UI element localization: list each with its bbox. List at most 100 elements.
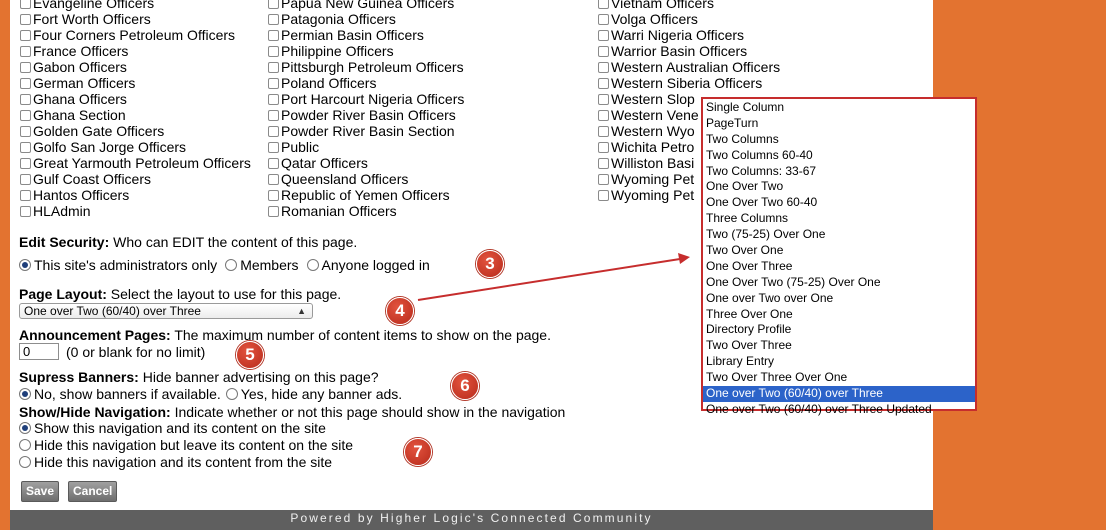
page-layout-select[interactable]: One over Two (60/40) over Three ▲︎ xyxy=(19,303,313,319)
group-checkbox[interactable] xyxy=(598,77,609,89)
group-checkbox[interactable] xyxy=(598,189,609,201)
layout-option[interactable]: Two Columns xyxy=(703,132,975,148)
layout-option[interactable]: Two Over Three Over One xyxy=(703,370,975,386)
group-item: Philippine Officers xyxy=(268,43,464,59)
group-checkbox[interactable] xyxy=(20,157,31,169)
group-checkbox[interactable] xyxy=(20,125,31,137)
group-checkbox[interactable] xyxy=(268,13,279,25)
radio-hide-banners-label: Yes, hide any banner ads. xyxy=(240,386,403,402)
footer-powered-by: Powered by Higher Logic's Connected Comm… xyxy=(10,510,933,530)
group-checkbox[interactable] xyxy=(268,125,279,137)
radio-show-banners[interactable] xyxy=(19,388,31,400)
group-checkbox[interactable] xyxy=(20,141,31,153)
group-checkbox[interactable] xyxy=(598,13,609,25)
group-checkbox[interactable] xyxy=(598,61,609,73)
radio-members[interactable] xyxy=(225,259,238,271)
group-checkbox[interactable] xyxy=(268,61,279,73)
layout-option[interactable]: Two Columns 60-40 xyxy=(703,148,975,164)
group-item: Vietnam Officers xyxy=(598,0,780,11)
group-label: Great Yarmouth Petroleum Officers xyxy=(33,155,251,171)
annotation-badge-6: 6 xyxy=(451,372,479,400)
layout-option[interactable]: PageTurn xyxy=(703,116,975,132)
navigation-heading: Show/Hide Navigation: Indicate whether o… xyxy=(19,404,565,420)
layout-option[interactable]: Three Columns xyxy=(703,211,975,227)
group-label: Romanian Officers xyxy=(281,203,397,219)
layout-option[interactable]: One over Two (60/40) over Three Updated xyxy=(703,402,975,418)
radio-members-label: Members xyxy=(240,257,299,273)
radio-hide-navigation-keep-content[interactable] xyxy=(19,439,31,451)
group-item: Western Siberia Officers xyxy=(598,75,780,91)
group-item: Fort Worth Officers xyxy=(20,11,251,27)
layout-option[interactable]: One over Two (60/40) over Three xyxy=(703,386,975,402)
group-checkbox[interactable] xyxy=(20,189,31,201)
group-checkbox[interactable] xyxy=(268,0,279,9)
group-item: Western Australian Officers xyxy=(598,59,780,75)
group-checkbox[interactable] xyxy=(598,93,609,105)
group-label: German Officers xyxy=(33,75,136,91)
layout-option[interactable]: Two Over Three xyxy=(703,338,975,354)
radio-hide-banners[interactable] xyxy=(225,388,238,400)
group-checkbox[interactable] xyxy=(268,205,279,217)
group-checkbox[interactable] xyxy=(598,173,609,185)
group-item: Romanian Officers xyxy=(268,203,464,219)
group-checkbox[interactable] xyxy=(598,29,609,41)
group-checkbox[interactable] xyxy=(20,205,31,217)
radio-show-banners-label: No, show banners if available. xyxy=(34,386,221,402)
group-checkbox[interactable] xyxy=(598,141,609,153)
group-checkbox[interactable] xyxy=(268,29,279,41)
group-checkbox[interactable] xyxy=(20,0,31,9)
group-checkbox[interactable] xyxy=(20,45,31,57)
group-checkbox[interactable] xyxy=(20,13,31,25)
group-label: Wichita Petro xyxy=(611,139,695,155)
announcement-description: The maximum number of content items to s… xyxy=(170,327,551,343)
layout-option[interactable]: One Over Three xyxy=(703,259,975,275)
group-checkbox[interactable] xyxy=(268,157,279,169)
radio-hide-navigation-and-content[interactable] xyxy=(19,456,31,468)
radio-anyone-logged-in[interactable] xyxy=(306,259,319,271)
group-checkbox[interactable] xyxy=(598,157,609,169)
edit-security-heading: Edit Security: Who can EDIT the content … xyxy=(19,234,357,250)
group-checkbox[interactable] xyxy=(268,189,279,201)
annotation-badge-4: 4 xyxy=(386,297,414,325)
group-label: Patagonia Officers xyxy=(281,11,396,27)
groups-column-2: Papua New Guinea Officers Patagonia Offic… xyxy=(268,0,464,219)
group-checkbox[interactable] xyxy=(268,77,279,89)
group-checkbox[interactable] xyxy=(20,93,31,105)
group-checkbox[interactable] xyxy=(598,45,609,57)
group-checkbox[interactable] xyxy=(268,45,279,57)
layout-option[interactable]: Two (75-25) Over One xyxy=(703,227,975,243)
layout-option[interactable]: One Over Two (75-25) Over One xyxy=(703,275,975,291)
group-checkbox[interactable] xyxy=(598,0,609,9)
group-checkbox[interactable] xyxy=(598,109,609,121)
radio-hide-navigation-keep-content-label: Hide this navigation but leave its conte… xyxy=(34,437,354,453)
layout-option[interactable]: One Over Two 60-40 xyxy=(703,195,975,211)
layout-option[interactable]: Three Over One xyxy=(703,307,975,323)
nav-option-hide-all: Hide this navigation and its content fro… xyxy=(19,454,332,470)
group-item: Great Yarmouth Petroleum Officers xyxy=(20,155,251,171)
group-checkbox[interactable] xyxy=(20,61,31,73)
save-button[interactable]: Save xyxy=(21,481,60,502)
group-checkbox[interactable] xyxy=(20,109,31,121)
layout-option[interactable]: Library Entry xyxy=(703,354,975,370)
group-checkbox[interactable] xyxy=(20,29,31,41)
announcement-max-input[interactable] xyxy=(19,343,59,360)
group-item: Public xyxy=(268,139,464,155)
group-checkbox[interactable] xyxy=(268,93,279,105)
group-checkbox[interactable] xyxy=(268,173,279,185)
group-label: Western Australian Officers xyxy=(611,59,781,75)
layout-option[interactable]: One Over Two xyxy=(703,179,975,195)
group-checkbox[interactable] xyxy=(268,141,279,153)
layout-option[interactable]: Single Column xyxy=(703,100,975,116)
group-checkbox[interactable] xyxy=(20,77,31,89)
layout-option[interactable]: Directory Profile xyxy=(703,322,975,338)
group-checkbox[interactable] xyxy=(20,173,31,185)
radio-hide-navigation-and-content-label: Hide this navigation and its content fro… xyxy=(34,454,333,470)
cancel-button[interactable]: Cancel xyxy=(68,481,118,502)
radio-admins-only[interactable] xyxy=(19,259,31,271)
group-checkbox[interactable] xyxy=(598,125,609,137)
radio-show-navigation[interactable] xyxy=(19,422,31,434)
layout-option[interactable]: Two Columns: 33-67 xyxy=(703,164,975,180)
layout-option[interactable]: Two Over One xyxy=(703,243,975,259)
group-checkbox[interactable] xyxy=(268,109,279,121)
layout-option[interactable]: One over Two over One xyxy=(703,291,975,307)
